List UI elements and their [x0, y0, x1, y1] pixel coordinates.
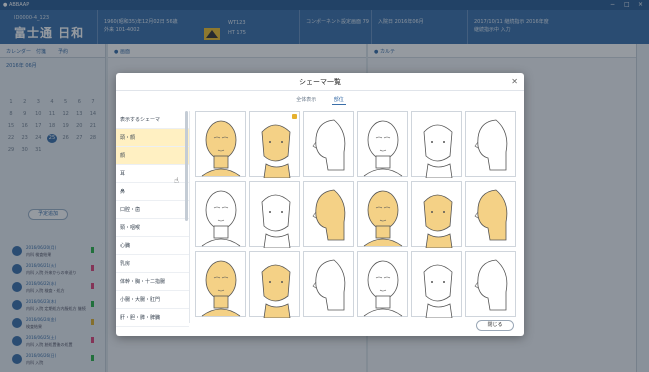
close-button[interactable]: 閉じる	[476, 320, 514, 331]
schema-tile[interactable]	[195, 251, 246, 317]
skull-nerves-diagram-icon	[312, 259, 346, 311]
category-item[interactable]: 体幹・胸・十二指腸	[116, 273, 189, 291]
head-profile-yellow-2-icon	[261, 264, 291, 318]
head-front-yellow-2-icon	[261, 124, 291, 178]
favorite-star-icon[interactable]	[292, 114, 297, 119]
schema-tile[interactable]	[411, 181, 462, 248]
schema-tile[interactable]	[249, 111, 300, 178]
head-front-yellow-icon	[201, 120, 241, 177]
schema-tile[interactable]	[195, 181, 246, 247]
app-window: ● ABBAAP − □ × ID0000-4_123 富士通 日和 1960(…	[0, 0, 649, 372]
dialog-tabs: 全体表示 部位	[116, 95, 524, 107]
schema-tile[interactable]	[303, 181, 354, 247]
tab-all[interactable]: 全体表示	[294, 95, 318, 104]
schema-grid	[195, 111, 520, 323]
head-lymph-diagram-icon	[312, 119, 346, 171]
neck-side-outline-icon	[363, 260, 403, 317]
schema-tile[interactable]	[357, 251, 408, 317]
head-outline-hair-icon	[201, 190, 241, 247]
face-outline-icon	[474, 119, 508, 171]
category-item[interactable]: 口腔・歯	[116, 201, 189, 219]
tab-body-part[interactable]: 部位	[331, 95, 346, 105]
neck-outline-icon	[423, 124, 453, 178]
category-item[interactable]: 顔	[116, 147, 189, 165]
category-item[interactable]: 乳房	[116, 255, 189, 273]
category-header: 表示するシェーマ	[116, 111, 189, 129]
head-profile-yellow-icon	[201, 260, 241, 317]
head-side-yellow-2-icon	[474, 189, 508, 241]
child-head-outline-icon	[261, 194, 291, 248]
neck-side-outline-2-icon	[423, 264, 453, 318]
category-list: 表示するシェーマ 頭・顔顔耳鼻口腔・歯 頸・咽喉 心臓 乳房 体幹・胸・十二指腸 小腸・大腸…	[116, 111, 190, 327]
category-item[interactable]: 鼻	[116, 183, 189, 201]
schema-dialog: シェーマ一覧 ✕ 全体表示 部位 表示するシェーマ 頭・顔顔耳鼻口腔・歯 頸・咽喉心…	[116, 73, 524, 336]
category-item[interactable]: 小腸・大腸・肛門	[116, 291, 189, 309]
category-item[interactable]: 頭・顔	[116, 129, 189, 147]
schema-tile[interactable]	[303, 251, 354, 317]
chin-up-yellow-icon	[312, 189, 346, 241]
schema-tile[interactable]	[411, 111, 462, 178]
schema-tile[interactable]	[465, 111, 516, 177]
category-item[interactable]: 心臓	[116, 237, 189, 255]
schema-tile[interactable]	[357, 111, 408, 177]
close-icon[interactable]: ✕	[511, 77, 518, 86]
schema-tile[interactable]	[465, 251, 516, 317]
schema-tile[interactable]	[249, 181, 300, 248]
dialog-title: シェーマ一覧	[116, 73, 524, 91]
neck-side-outline-3-icon	[474, 259, 508, 311]
schema-tile[interactable]	[195, 111, 246, 177]
schema-tile[interactable]	[249, 251, 300, 318]
category-scrollbar[interactable]	[185, 111, 188, 221]
schema-tile[interactable]	[303, 111, 354, 177]
chin-up-yellow-2-icon	[363, 190, 403, 247]
head-side-yellow-icon	[423, 194, 453, 248]
mouse-cursor-icon: ☝	[174, 176, 179, 185]
category-item[interactable]: 肝・胆・膵・脾臓	[116, 309, 189, 327]
schema-tile[interactable]	[357, 181, 408, 247]
head-front-bald-icon	[363, 120, 403, 177]
schema-tile[interactable]	[411, 251, 462, 318]
category-item[interactable]: 頸・咽喉	[116, 219, 189, 237]
schema-tile[interactable]	[465, 181, 516, 247]
